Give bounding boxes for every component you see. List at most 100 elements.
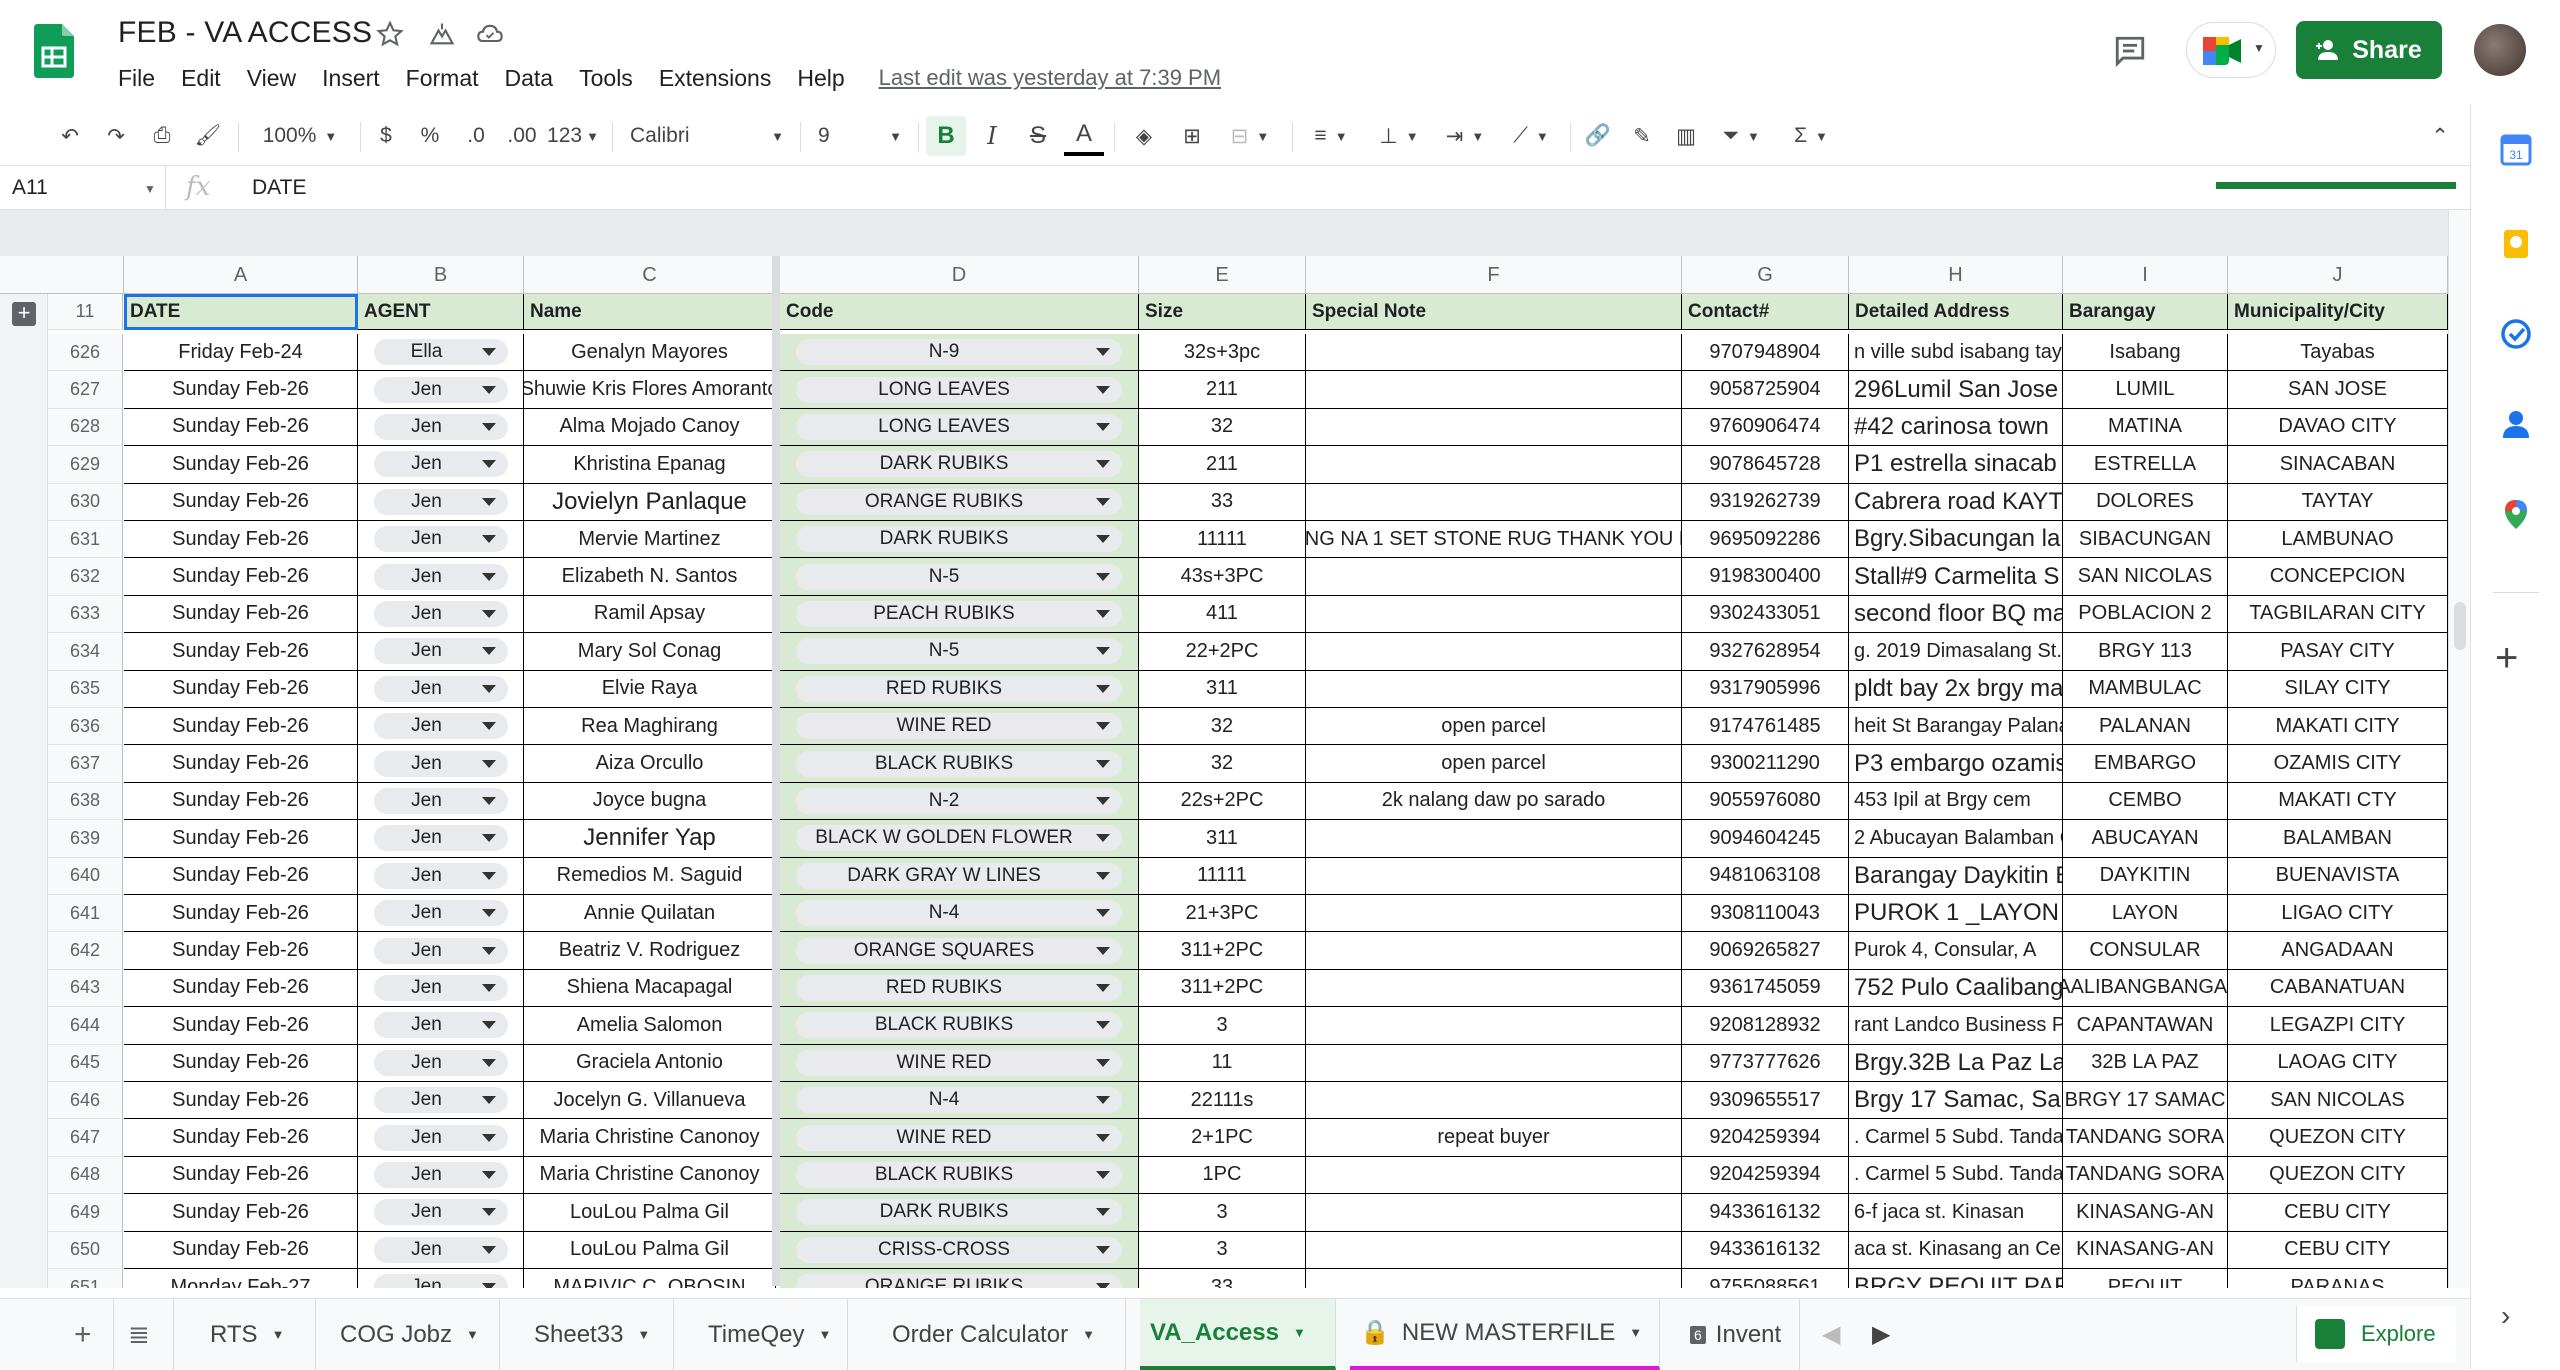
column-header-d[interactable]: D xyxy=(780,256,1139,294)
cell-city[interactable]: SINACABAN xyxy=(2228,446,2448,484)
cell-detailed-address[interactable]: rant Landco Business Pa xyxy=(1849,1007,2063,1045)
cell-date[interactable]: Sunday Feb-26 xyxy=(124,708,358,746)
cell-code[interactable]: BLACK RUBIKS xyxy=(780,1007,1139,1045)
row-number[interactable]: 627 xyxy=(48,371,123,409)
column-header-c[interactable]: C xyxy=(524,256,776,294)
cell-city[interactable]: LEGAZPI CITY xyxy=(2228,1007,2448,1045)
cell-agent[interactable]: Jen xyxy=(358,745,524,783)
cell-detailed-address[interactable]: 2 Abucayan Balamban C xyxy=(1849,820,2063,858)
code-dropdown-chip[interactable]: N-9 xyxy=(796,339,1122,366)
cell-size[interactable]: 3 xyxy=(1139,1194,1306,1232)
scroll-tabs-right-icon[interactable]: ▶ xyxy=(1862,1299,1902,1370)
cell-code[interactable]: DARK GRAY W LINES xyxy=(780,857,1139,895)
cell-size[interactable]: 32 xyxy=(1139,708,1306,746)
more-formats-button[interactable]: 123 ▼ xyxy=(544,116,602,156)
header-cell-date[interactable]: DATE xyxy=(124,294,358,330)
cell-detailed-address[interactable]: BRGY PEQUIT PARANAS xyxy=(1849,1269,2063,1288)
formula-input[interactable]: DATE xyxy=(252,176,306,200)
menu-insert[interactable]: Insert xyxy=(322,65,380,92)
cell-contact[interactable]: 9069265827 xyxy=(1682,932,1849,970)
cell-date[interactable]: Sunday Feb-26 xyxy=(124,446,358,484)
cell-name[interactable]: Remedios M. Saguid xyxy=(524,857,776,895)
code-dropdown-chip[interactable]: N-5 xyxy=(796,563,1122,590)
explore-button[interactable]: Explore xyxy=(2296,1306,2456,1362)
cell-city[interactable]: TAYTAY xyxy=(2228,483,2448,521)
contacts-icon[interactable] xyxy=(2500,408,2532,440)
cell-size[interactable]: 311 xyxy=(1139,820,1306,858)
cell-detailed-address[interactable]: . Carmel 5 Subd. Tandar xyxy=(1849,1119,2063,1157)
cell-special-note[interactable] xyxy=(1306,1269,1682,1288)
cell-barangay[interactable]: LUMIL xyxy=(2063,371,2228,409)
cell-barangay[interactable]: BRGY 17 SAMAC xyxy=(2063,1082,2228,1120)
column-header-e[interactable]: E xyxy=(1139,256,1306,294)
cell-agent[interactable]: Jen xyxy=(358,371,524,409)
agent-dropdown-chip[interactable]: Jen xyxy=(373,1124,508,1151)
cell-code[interactable]: N-5 xyxy=(780,558,1139,596)
cell-barangay[interactable]: LAYON xyxy=(2063,895,2228,933)
comment-history-icon[interactable] xyxy=(2112,34,2148,68)
cell-date[interactable]: Sunday Feb-26 xyxy=(124,1194,358,1232)
cell-detailed-address[interactable]: . Carmel 5 Subd. Tandar xyxy=(1849,1156,2063,1195)
frozen-column-divider[interactable] xyxy=(772,256,780,1286)
cell-date[interactable]: Sunday Feb-26 xyxy=(124,857,358,895)
text-wrapping-icon[interactable]: ⇥ ▼ xyxy=(1436,116,1494,156)
cell-agent[interactable]: Jen xyxy=(358,408,524,447)
row-number[interactable]: 11 xyxy=(48,294,123,330)
cell-name[interactable]: LouLou Palma Gil xyxy=(524,1231,776,1269)
cell-date[interactable]: Sunday Feb-26 xyxy=(124,371,358,409)
cell-contact[interactable]: 9302433051 xyxy=(1682,595,1849,634)
cell-special-note[interactable] xyxy=(1306,1044,1682,1082)
cell-special-note[interactable] xyxy=(1306,1194,1682,1232)
agent-dropdown-chip[interactable]: Jen xyxy=(373,488,508,515)
cell-contact[interactable]: 9361745059 xyxy=(1682,969,1849,1008)
cell-agent[interactable]: Jen xyxy=(358,1044,524,1082)
meet-button[interactable]: ▼ xyxy=(2186,22,2276,78)
tab-sheet33[interactable]: Sheet33 ▼ xyxy=(524,1299,674,1370)
agent-dropdown-chip[interactable]: Jen xyxy=(373,376,508,403)
cell-code[interactable]: N-4 xyxy=(780,1082,1139,1120)
row-number[interactable]: 628 xyxy=(48,408,123,447)
cell-barangay[interactable]: SAN NICOLAS xyxy=(2063,558,2228,596)
horizontal-align-icon[interactable]: ≡ ▼ xyxy=(1302,116,1360,156)
code-dropdown-chip[interactable]: BLACK RUBIKS xyxy=(796,1012,1122,1039)
menu-format[interactable]: Format xyxy=(406,65,479,92)
cell-barangay[interactable]: AALIBANGBANGAI xyxy=(2063,969,2228,1008)
agent-dropdown-chip[interactable]: Jen xyxy=(373,750,508,777)
cell-code[interactable]: DARK RUBIKS xyxy=(780,521,1139,559)
cell-name[interactable]: Ramil Apsay xyxy=(524,595,776,634)
cell-size[interactable]: 22111s xyxy=(1139,1082,1306,1120)
cell-size[interactable]: 22s+2PC xyxy=(1139,782,1306,821)
calendar-icon[interactable]: 31 xyxy=(2500,134,2532,166)
cell-barangay[interactable]: MATINA xyxy=(2063,408,2228,447)
cell-code[interactable]: DARK RUBIKS xyxy=(780,1194,1139,1232)
cell-city[interactable]: CONCEPCION xyxy=(2228,558,2448,596)
row-number[interactable]: 639 xyxy=(48,820,123,858)
cell-city[interactable]: ANGADAAN xyxy=(2228,932,2448,970)
cell-barangay[interactable]: TANDANG SORA xyxy=(2063,1156,2228,1195)
cell-barangay[interactable]: EMBARGO xyxy=(2063,745,2228,783)
row-number[interactable]: 646 xyxy=(48,1082,123,1120)
header-cell-special-note[interactable]: Special Note xyxy=(1306,294,1682,330)
cell-city[interactable]: DAVAO CITY xyxy=(2228,408,2448,447)
add-sheet-icon[interactable]: + xyxy=(64,1299,114,1370)
agent-dropdown-chip[interactable]: Ella xyxy=(373,339,508,366)
cell-contact[interactable]: 9208128932 xyxy=(1682,1007,1849,1045)
cell-city[interactable]: SILAY CITY xyxy=(2228,670,2448,708)
tab-timeqey[interactable]: TimeQey ▼ xyxy=(698,1299,848,1370)
cell-contact[interactable]: 9308110043 xyxy=(1682,895,1849,933)
cell-city[interactable]: BALAMBAN xyxy=(2228,820,2448,858)
cell-barangay[interactable]: Isabang xyxy=(2063,334,2228,372)
cell-contact[interactable]: 9174761485 xyxy=(1682,708,1849,746)
cell-barangay[interactable]: SIBACUNGAN xyxy=(2063,521,2228,559)
sheets-logo-icon[interactable] xyxy=(34,24,74,78)
cell-special-note[interactable] xyxy=(1306,1231,1682,1269)
cell-name[interactable]: Alma Mojado Canoy xyxy=(524,408,776,447)
column-header-i[interactable]: I xyxy=(2063,256,2228,294)
menu-help[interactable]: Help xyxy=(797,65,844,92)
row-number[interactable]: 634 xyxy=(48,633,123,671)
cell-special-note[interactable] xyxy=(1306,1007,1682,1045)
column-header-b[interactable]: B xyxy=(358,256,524,294)
cell-agent[interactable]: Jen xyxy=(358,1082,524,1120)
collapse-toolbar-icon[interactable]: ⌃ xyxy=(2420,116,2460,156)
tab-invent[interactable]: 6 Invent xyxy=(1680,1299,1800,1370)
